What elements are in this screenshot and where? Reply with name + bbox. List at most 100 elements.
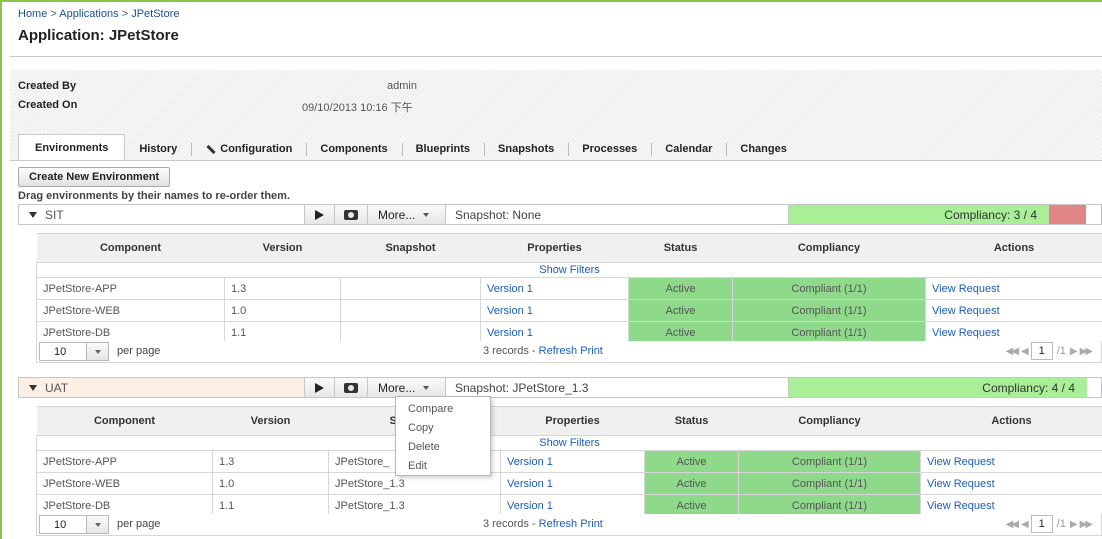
environment-name[interactable]: SIT xyxy=(19,205,305,224)
print-link[interactable]: Print xyxy=(580,518,603,530)
page-total: /1 xyxy=(1056,345,1066,357)
created-by-value: admin xyxy=(387,80,417,92)
camera-icon xyxy=(344,209,358,220)
snapshot-cell xyxy=(340,299,481,322)
page-number-input[interactable]: 1 xyxy=(1030,342,1053,360)
prev-page-icon[interactable]: ◀ xyxy=(1021,519,1029,530)
refresh-link[interactable]: Refresh xyxy=(539,518,578,530)
component-cell: JPetStore-WEB xyxy=(36,299,225,322)
prev-page-icon[interactable]: ◀ xyxy=(1021,346,1029,357)
tab-changes[interactable]: Changes xyxy=(726,137,800,161)
environment-name[interactable]: UAT xyxy=(19,378,305,397)
environment-table-sit: Component Version Snapshot Properties St… xyxy=(36,233,1102,344)
tab-processes[interactable]: Processes xyxy=(568,137,651,161)
snapshot-cell xyxy=(340,277,481,300)
show-filters-link[interactable]: Show Filters xyxy=(36,435,1102,451)
status-cell: Active xyxy=(628,299,733,322)
column-header[interactable]: Compliancy xyxy=(732,233,926,263)
page-size-select[interactable]: 10 xyxy=(39,515,109,534)
column-header[interactable]: Compliancy xyxy=(738,406,921,436)
version-cell: 1.3 xyxy=(212,450,329,473)
menu-item-delete[interactable]: Delete xyxy=(396,438,490,457)
properties-link[interactable]: Version 1 xyxy=(480,277,629,300)
column-header[interactable]: Version xyxy=(212,406,329,436)
page-number-input[interactable]: 1 xyxy=(1030,515,1053,533)
version-cell: 1.3 xyxy=(224,277,341,300)
environment-bar-uat: UAT More... Snapshot: JPetStore_1.3 Comp… xyxy=(18,377,1102,398)
compliancy-cell: Compliant (1/1) xyxy=(738,472,921,495)
view-request-link[interactable]: View Request xyxy=(925,299,1102,322)
breadcrumb-home[interactable]: Home xyxy=(18,8,47,20)
run-process-button[interactable] xyxy=(305,205,335,224)
view-request-link[interactable]: View Request xyxy=(920,450,1102,473)
column-header[interactable]: Version xyxy=(224,233,341,263)
page-navigation: ◀◀ ◀ 1 /1 ▶ ▶▶ xyxy=(1006,342,1093,360)
page-size-select[interactable]: 10 xyxy=(39,342,109,361)
chevron-down-icon xyxy=(423,385,430,390)
chevron-down-icon[interactable] xyxy=(86,343,108,360)
first-page-icon[interactable]: ◀◀ xyxy=(1006,346,1019,357)
create-environment-button[interactable]: Create New Environment xyxy=(18,167,171,187)
snapshot-button[interactable] xyxy=(335,378,368,397)
column-header[interactable]: Actions xyxy=(925,233,1102,263)
breadcrumb-applications[interactable]: Applications xyxy=(59,8,118,20)
menu-item-copy[interactable]: Copy xyxy=(396,419,490,438)
column-header[interactable]: Actions xyxy=(920,406,1102,436)
properties-link[interactable]: Version 1 xyxy=(480,299,629,322)
status-cell: Active xyxy=(644,450,739,473)
compliancy-cell: Compliant (1/1) xyxy=(732,299,926,322)
view-request-link[interactable]: View Request xyxy=(920,472,1102,495)
column-header[interactable]: Properties xyxy=(480,233,629,263)
column-header[interactable]: Snapshot xyxy=(340,233,481,263)
component-cell: JPetStore-WEB xyxy=(36,472,213,495)
breadcrumb-current[interactable]: JPetStore xyxy=(131,8,179,20)
column-header[interactable]: Status xyxy=(644,406,739,436)
next-page-icon[interactable]: ▶ xyxy=(1070,346,1078,357)
column-header[interactable]: Properties xyxy=(500,406,645,436)
last-page-icon[interactable]: ▶▶ xyxy=(1080,346,1093,357)
environment-bar-sit: SIT More... Snapshot: None Compliancy: 3… xyxy=(18,204,1102,225)
records-summary: 3 records - Refresh Print xyxy=(483,518,603,530)
column-header[interactable]: Component xyxy=(36,406,213,436)
environment-name-label: UAT xyxy=(45,380,69,395)
tab-components[interactable]: Components xyxy=(306,137,401,161)
tab-snapshots[interactable]: Snapshots xyxy=(484,137,568,161)
menu-item-compare[interactable]: Compare xyxy=(396,400,490,419)
properties-link[interactable]: Version 1 xyxy=(500,450,645,473)
properties-link[interactable]: Version 1 xyxy=(500,472,645,495)
tab-environments[interactable]: Environments xyxy=(18,134,126,161)
created-on-label: Created On xyxy=(18,99,78,111)
records-separator: - xyxy=(531,345,536,357)
tab-history[interactable]: History xyxy=(125,137,191,161)
refresh-link[interactable]: Refresh xyxy=(539,345,578,357)
tab-blueprints[interactable]: Blueprints xyxy=(401,137,484,161)
component-cell: JPetStore-APP xyxy=(36,450,213,473)
tab-configuration[interactable]: Configuration xyxy=(191,137,306,161)
more-dropdown[interactable]: More... xyxy=(368,378,446,397)
more-label: More... xyxy=(378,207,416,222)
column-header[interactable]: Component xyxy=(36,233,225,263)
last-page-icon[interactable]: ▶▶ xyxy=(1080,519,1093,530)
records-summary: 3 records - Refresh Print xyxy=(483,345,603,357)
next-page-icon[interactable]: ▶ xyxy=(1070,519,1078,530)
print-link[interactable]: Print xyxy=(580,345,603,357)
tab-calendar[interactable]: Calendar xyxy=(651,137,726,161)
view-request-link[interactable]: View Request xyxy=(925,277,1102,300)
show-filters-link[interactable]: Show Filters xyxy=(36,262,1102,278)
collapse-triangle-icon[interactable] xyxy=(29,211,37,218)
environment-name-label: SIT xyxy=(45,207,64,222)
snapshot-button[interactable] xyxy=(335,205,368,224)
more-dropdown[interactable]: More... xyxy=(368,205,446,224)
pencil-icon xyxy=(205,144,215,154)
first-page-icon[interactable]: ◀◀ xyxy=(1006,519,1019,530)
compliancy-status: Compliancy: 4 / 4 xyxy=(789,378,1087,397)
run-process-button[interactable] xyxy=(305,378,335,397)
collapse-triangle-icon[interactable] xyxy=(29,384,37,391)
version-cell: 1.0 xyxy=(224,299,341,322)
drag-hint: Drag environments by their names to re-o… xyxy=(18,190,291,202)
version-cell: 1.0 xyxy=(212,472,329,495)
column-header[interactable]: Status xyxy=(628,233,733,263)
chevron-down-icon[interactable] xyxy=(86,516,108,533)
header-divider xyxy=(10,56,1102,57)
menu-item-edit[interactable]: Edit xyxy=(396,457,490,476)
